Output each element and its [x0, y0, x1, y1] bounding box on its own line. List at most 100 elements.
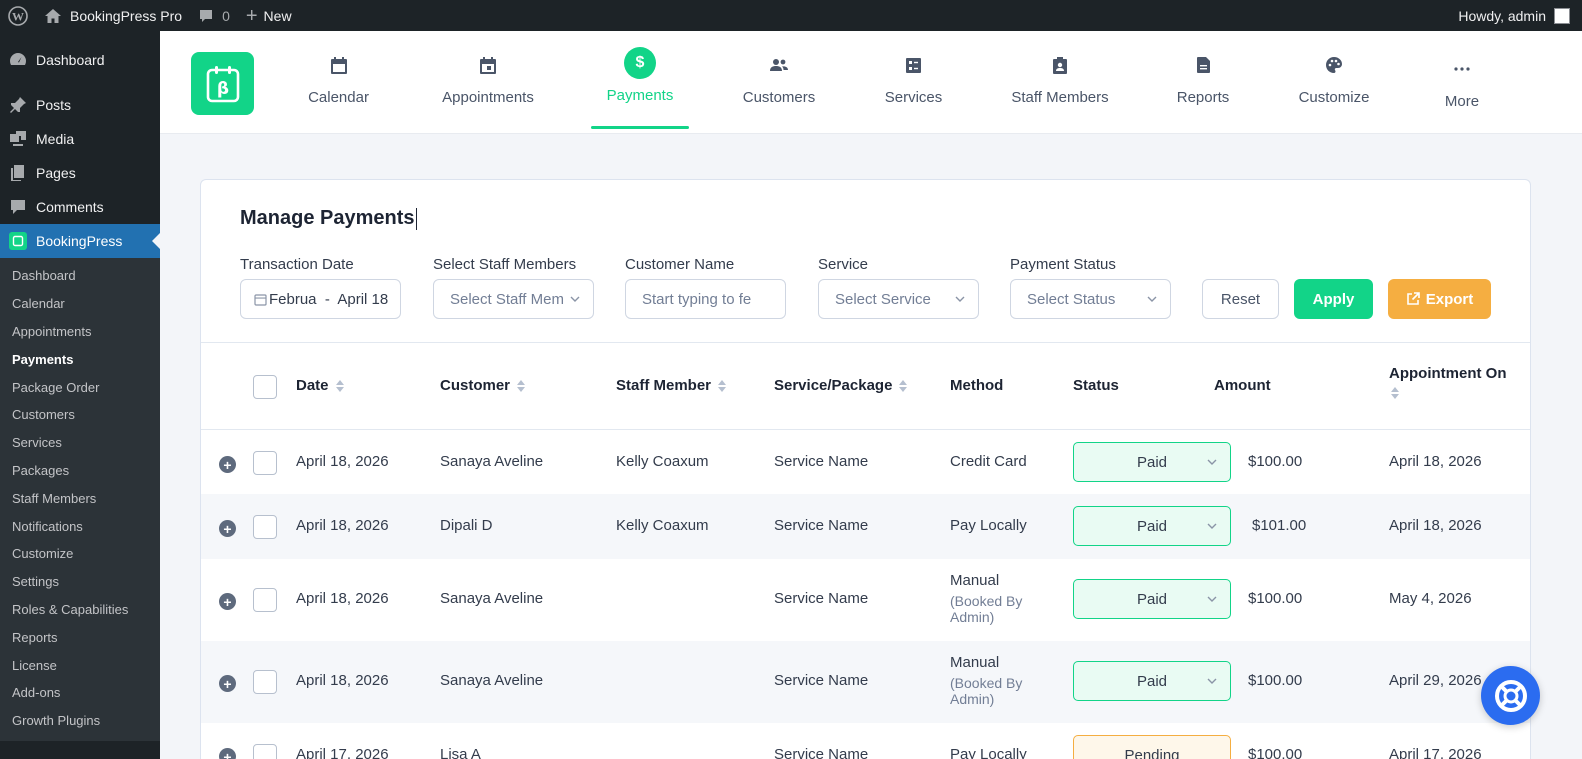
submenu-item-customize[interactable]: Customize [0, 540, 160, 568]
service-name: Service Name [774, 672, 869, 689]
select-all-checkbox[interactable] [253, 375, 277, 399]
sidebar-item-posts[interactable]: Posts [0, 88, 160, 122]
tab-calendar[interactable]: Calendar [300, 31, 377, 134]
column-header-service[interactable]: Service/Package [774, 377, 908, 394]
submenu-item-reports[interactable]: Reports [0, 623, 160, 651]
column-header-customer[interactable]: Customer [440, 377, 526, 394]
column-header-staff[interactable]: Staff Member [616, 377, 727, 394]
page-title: Manage Payments [240, 207, 417, 230]
payment-method: Manual (Booked By Admin) [950, 654, 1062, 707]
submenu-item-appointments[interactable]: Appointments [0, 318, 160, 346]
column-header-date[interactable]: Date [296, 377, 344, 394]
sort-icon [517, 379, 526, 393]
new-content-link[interactable]: + New [238, 0, 300, 31]
staff-member: Kelly Coaxum [616, 453, 709, 470]
tab-services[interactable]: Services [879, 31, 948, 134]
sidebar-item-bookingpress[interactable]: BookingPress [0, 224, 160, 258]
tab-reports[interactable]: Reports [1172, 31, 1234, 134]
submenu-item-settings[interactable]: Settings [0, 568, 160, 596]
tab-label: Staff Members [1011, 89, 1109, 106]
row-checkbox[interactable] [253, 451, 277, 475]
submenu-item-services[interactable]: Services [0, 429, 160, 457]
submenu-item-calendar[interactable]: Calendar [0, 290, 160, 318]
submenu-item-customers[interactable]: Customers [0, 401, 160, 429]
table-row[interactable]: + April 18, 2026 Sanaya Aveline Kelly Co… [201, 430, 1530, 494]
tab-label: Services [884, 89, 943, 106]
avatar[interactable] [1554, 7, 1570, 24]
row-checkbox[interactable] [253, 515, 277, 539]
status-value: Paid [1136, 672, 1168, 690]
lifebuoy-icon [1494, 679, 1527, 712]
status-dropdown[interactable]: Paid [1073, 661, 1231, 701]
submenu-item-roles[interactable]: Roles & Capabilities [0, 596, 160, 624]
status-dropdown[interactable]: Paid [1073, 579, 1231, 619]
sidebar-item-label: Comments [36, 199, 104, 215]
table-row[interactable]: + April 17, 2026 Lisa A Service Name Pay… [201, 723, 1530, 759]
chevron-down-icon [1207, 459, 1217, 465]
table-row[interactable]: + April 18, 2026 Sanaya Aveline Service … [201, 559, 1530, 641]
submenu-item-growth-plugins[interactable]: Growth Plugins [0, 707, 160, 735]
status-dropdown[interactable]: Paid [1073, 506, 1231, 546]
expand-row-icon[interactable]: + [219, 520, 236, 537]
tab-customers[interactable]: Customers [738, 31, 820, 134]
site-name-link[interactable]: BookingPress Pro [36, 0, 190, 31]
payment-status-select[interactable]: Select Status [1010, 279, 1171, 319]
export-button[interactable]: Export [1388, 279, 1491, 319]
customer-name-input[interactable]: Start typing to fe [625, 279, 786, 319]
tab-customize[interactable]: Customize [1294, 31, 1374, 134]
sort-icon [335, 379, 344, 393]
service-select[interactable]: Select Service [818, 279, 979, 319]
comments-link[interactable]: 0 [190, 0, 238, 31]
bookingpress-logo-icon: β [206, 65, 239, 102]
sidebar-item-comments[interactable]: Comments [0, 190, 160, 224]
bookingpress-logo[interactable]: β [191, 52, 254, 115]
submenu-item-notifications[interactable]: Notifications [0, 512, 160, 540]
sort-icon [718, 379, 727, 393]
bookingpress-submenu: Dashboard Calendar Appointments Payments… [0, 258, 160, 741]
expand-row-icon[interactable]: + [219, 593, 236, 610]
wordpress-logo-icon[interactable]: W [0, 0, 36, 31]
sidebar-item-dashboard[interactable]: Dashboard [0, 43, 160, 77]
table-row[interactable]: + April 18, 2026 Sanaya Aveline Service … [201, 641, 1530, 723]
admin-bar: W BookingPress Pro 0 + New Howdy, admin [0, 0, 1582, 31]
howdy-account[interactable]: Howdy, admin [1458, 8, 1546, 24]
payment-amount: $101.00 [1252, 517, 1307, 534]
submenu-item-dashboard[interactable]: Dashboard [0, 262, 160, 290]
reset-button[interactable]: Reset [1202, 279, 1279, 319]
row-checkbox[interactable] [253, 670, 277, 694]
comment-icon [200, 9, 213, 22]
status-value: Paid [1136, 590, 1168, 608]
staff-filter-label: Select Staff Members [433, 256, 577, 273]
appointment-date: April 17, 2026 [1389, 746, 1482, 759]
chevron-down-icon [955, 296, 965, 302]
users-icon [769, 52, 789, 78]
submenu-item-payments[interactable]: Payments [0, 345, 160, 373]
status-dropdown[interactable]: Pending [1073, 735, 1231, 759]
table-row[interactable]: + April 18, 2026 Dipali D Kelly Coaxum S… [201, 494, 1530, 559]
tab-more[interactable]: More [1434, 31, 1490, 134]
column-header-appointment-on[interactable]: Appointment On [1389, 365, 1506, 400]
tab-appointments[interactable]: Appointments [432, 31, 544, 134]
palette-icon [1325, 52, 1343, 78]
sidebar-item-media[interactable]: Media [0, 122, 160, 156]
tab-payments[interactable]: $ Payments [591, 31, 689, 134]
payment-date: April 18, 2026 [296, 453, 389, 470]
row-checkbox[interactable] [253, 744, 277, 759]
expand-row-icon[interactable]: + [219, 748, 236, 759]
payment-date: April 17, 2026 [296, 746, 389, 759]
row-checkbox[interactable] [253, 588, 277, 612]
submenu-item-license[interactable]: License [0, 651, 160, 679]
tab-staff-members[interactable]: Staff Members [1003, 31, 1117, 134]
help-button[interactable] [1481, 666, 1540, 725]
apply-button[interactable]: Apply [1294, 279, 1373, 319]
submenu-item-staff-members[interactable]: Staff Members [0, 484, 160, 512]
expand-row-icon[interactable]: + [219, 675, 236, 692]
transaction-date-picker[interactable]: Februa - April 18 [240, 279, 401, 319]
sidebar-item-pages[interactable]: Pages [0, 156, 160, 190]
status-dropdown[interactable]: Paid [1073, 442, 1231, 482]
staff-select[interactable]: Select Staff Mem [433, 279, 594, 319]
expand-row-icon[interactable]: + [219, 456, 236, 473]
submenu-item-add-ons[interactable]: Add-ons [0, 679, 160, 707]
submenu-item-package-order[interactable]: Package Order [0, 373, 160, 401]
submenu-item-packages[interactable]: Packages [0, 457, 160, 485]
